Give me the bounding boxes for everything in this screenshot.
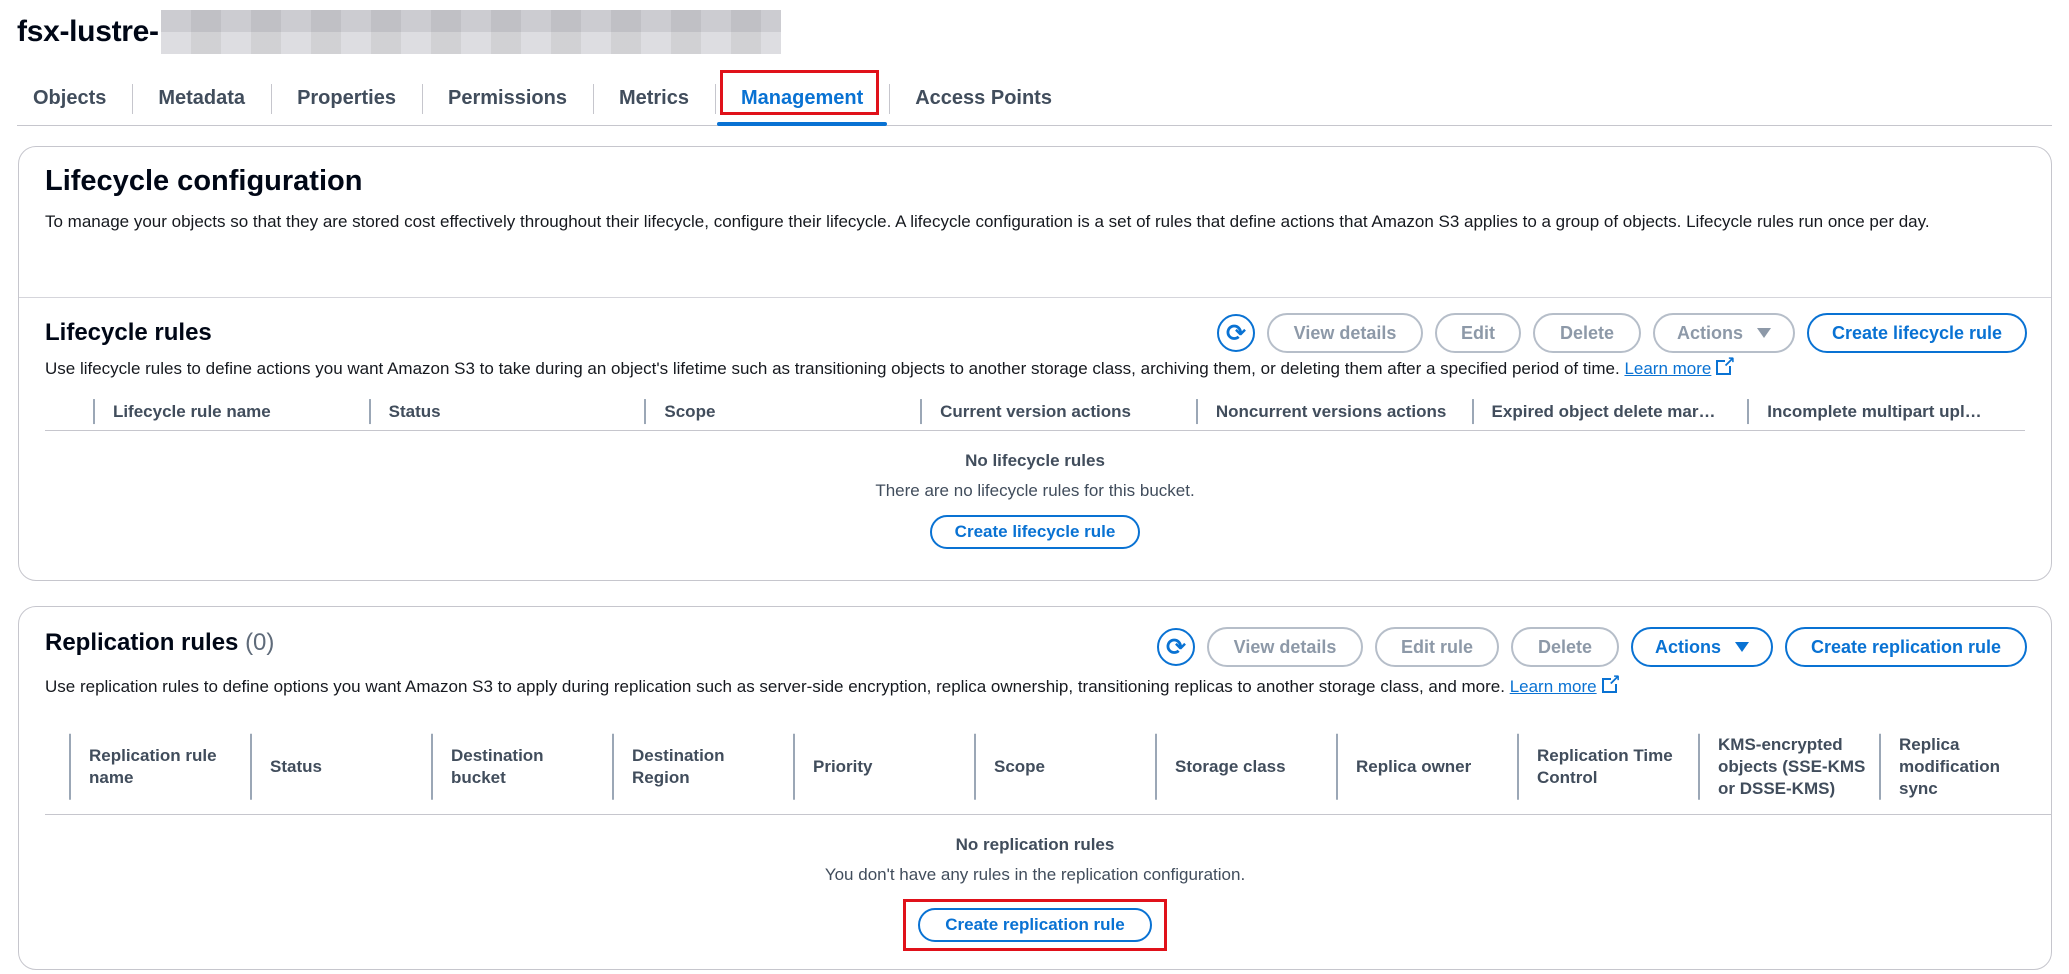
create-lifecycle-rule-empty-button[interactable]: Create lifecycle rule bbox=[930, 515, 1140, 549]
caret-down-icon bbox=[1757, 328, 1772, 338]
external-link-icon bbox=[1716, 353, 1735, 375]
empty-state-text: You don't have any rules in the replicat… bbox=[824, 865, 1246, 884]
lifecycle-configuration-panel: Lifecycle configuration To manage your o… bbox=[18, 146, 2052, 581]
replication-rules-toolbar: ⟳ View details Edit rule Delete Actions … bbox=[1157, 627, 2027, 667]
column-header[interactable]: Status bbox=[369, 393, 645, 430]
empty-state-text: There are no lifecycle rules for this bu… bbox=[875, 481, 1195, 500]
column-header[interactable]: Status bbox=[250, 719, 431, 814]
column-header[interactable]: Priority bbox=[793, 719, 974, 814]
create-lifecycle-rule-button[interactable]: Create lifecycle rule bbox=[1807, 313, 2027, 353]
replication-actions-button[interactable]: Actions bbox=[1631, 627, 1773, 667]
column-header[interactable]: Lifecycle rule name bbox=[93, 393, 369, 430]
column-header[interactable]: Expired object delete mar… bbox=[1472, 393, 1748, 430]
replication-rules-table-header: Replication rule name Status Destination… bbox=[45, 719, 2051, 815]
column-header[interactable]: Replica owner bbox=[1336, 719, 1517, 814]
lifecycle-rules-table-header: Lifecycle rule name Status Scope Current… bbox=[45, 393, 2025, 431]
selection-column bbox=[45, 393, 93, 430]
replication-delete-button[interactable]: Delete bbox=[1511, 627, 1619, 667]
redacted-bucket-suffix bbox=[160, 10, 781, 54]
lifecycle-delete-button[interactable]: Delete bbox=[1533, 313, 1641, 353]
empty-state-title: No replication rules bbox=[955, 835, 1115, 854]
column-header[interactable]: KMS-encrypted objects (SSE-KMS or DSSE-K… bbox=[1698, 719, 1879, 814]
lifecycle-configuration-description: To manage your objects so that they are … bbox=[45, 212, 1930, 231]
tab-objects[interactable]: Objects bbox=[17, 72, 132, 125]
column-header[interactable]: Storage class bbox=[1155, 719, 1336, 814]
column-header[interactable]: Replication rule name bbox=[69, 719, 250, 814]
replication-learn-more-link[interactable]: Learn more bbox=[1510, 677, 1597, 696]
tab-access-points[interactable]: Access Points bbox=[889, 72, 1078, 125]
create-replication-rule-highlight: Create replication rule bbox=[903, 899, 1167, 951]
tab-metrics[interactable]: Metrics bbox=[592, 72, 715, 125]
bucket-name: fsx-lustre- bbox=[17, 15, 159, 48]
bucket-title: fsx-lustre- bbox=[17, 10, 781, 54]
replication-rules-panel: Replication rules (0) ⟳ View details Edi… bbox=[18, 606, 2052, 970]
replication-refresh-button[interactable]: ⟳ bbox=[1157, 628, 1195, 666]
lifecycle-edit-button[interactable]: Edit bbox=[1435, 313, 1521, 353]
replication-view-details-button[interactable]: View details bbox=[1207, 627, 1363, 667]
column-header[interactable]: Scope bbox=[974, 719, 1155, 814]
lifecycle-rules-description: Use lifecycle rules to define actions yo… bbox=[45, 353, 1735, 379]
lifecycle-view-details-button[interactable]: View details bbox=[1267, 313, 1423, 353]
lifecycle-rules-title: Lifecycle rules bbox=[45, 319, 212, 346]
tab-management[interactable]: Management bbox=[714, 70, 889, 126]
replication-rules-count: (0) bbox=[245, 629, 275, 656]
lifecycle-actions-button[interactable]: Actions bbox=[1653, 313, 1795, 353]
column-header[interactable]: Current version actions bbox=[920, 393, 1196, 430]
lifecycle-rules-toolbar: ⟳ View details Edit Delete Actions Creat… bbox=[1217, 313, 2027, 353]
column-header[interactable]: Noncurrent versions actions bbox=[1196, 393, 1472, 430]
column-header[interactable]: Replica modification sync bbox=[1879, 719, 2049, 814]
bucket-tabs: Objects Metadata Properties Permissions … bbox=[17, 70, 2052, 126]
tab-permissions[interactable]: Permissions bbox=[422, 72, 593, 125]
column-header[interactable]: Destination bucket bbox=[431, 719, 612, 814]
tab-properties[interactable]: Properties bbox=[271, 72, 422, 125]
lifecycle-refresh-button[interactable]: ⟳ bbox=[1217, 314, 1255, 352]
tab-metadata[interactable]: Metadata bbox=[132, 72, 271, 125]
caret-down-icon bbox=[1735, 642, 1750, 652]
lifecycle-empty-state: No lifecycle rules There are no lifecycl… bbox=[19, 451, 2051, 549]
column-header[interactable]: Incomplete multipart upl… bbox=[1747, 393, 2025, 430]
column-header[interactable]: Replication Time Control bbox=[1517, 719, 1698, 814]
refresh-icon: ⟳ bbox=[1165, 633, 1187, 661]
replication-rules-title: Replication rules (0) bbox=[45, 629, 275, 656]
create-replication-rule-empty-button[interactable]: Create replication rule bbox=[918, 908, 1152, 942]
selection-column bbox=[45, 719, 69, 814]
lifecycle-configuration-title: Lifecycle configuration bbox=[45, 165, 363, 197]
create-replication-rule-button[interactable]: Create replication rule bbox=[1785, 627, 2027, 667]
panel-divider bbox=[19, 297, 2051, 298]
s3-bucket-management-page: fsx-lustre- Objects Metadata Properties … bbox=[0, 0, 2069, 974]
replication-rules-description: Use replication rules to define options … bbox=[45, 671, 1621, 697]
lifecycle-learn-more-link[interactable]: Learn more bbox=[1624, 359, 1711, 378]
replication-empty-state: No replication rules You don't have any … bbox=[19, 835, 2051, 951]
replication-edit-rule-button[interactable]: Edit rule bbox=[1375, 627, 1499, 667]
external-link-icon bbox=[1601, 671, 1621, 693]
column-header[interactable]: Scope bbox=[644, 393, 920, 430]
refresh-icon: ⟳ bbox=[1225, 319, 1247, 347]
empty-state-title: No lifecycle rules bbox=[965, 451, 1105, 470]
column-header[interactable]: Destination Region bbox=[612, 719, 793, 814]
